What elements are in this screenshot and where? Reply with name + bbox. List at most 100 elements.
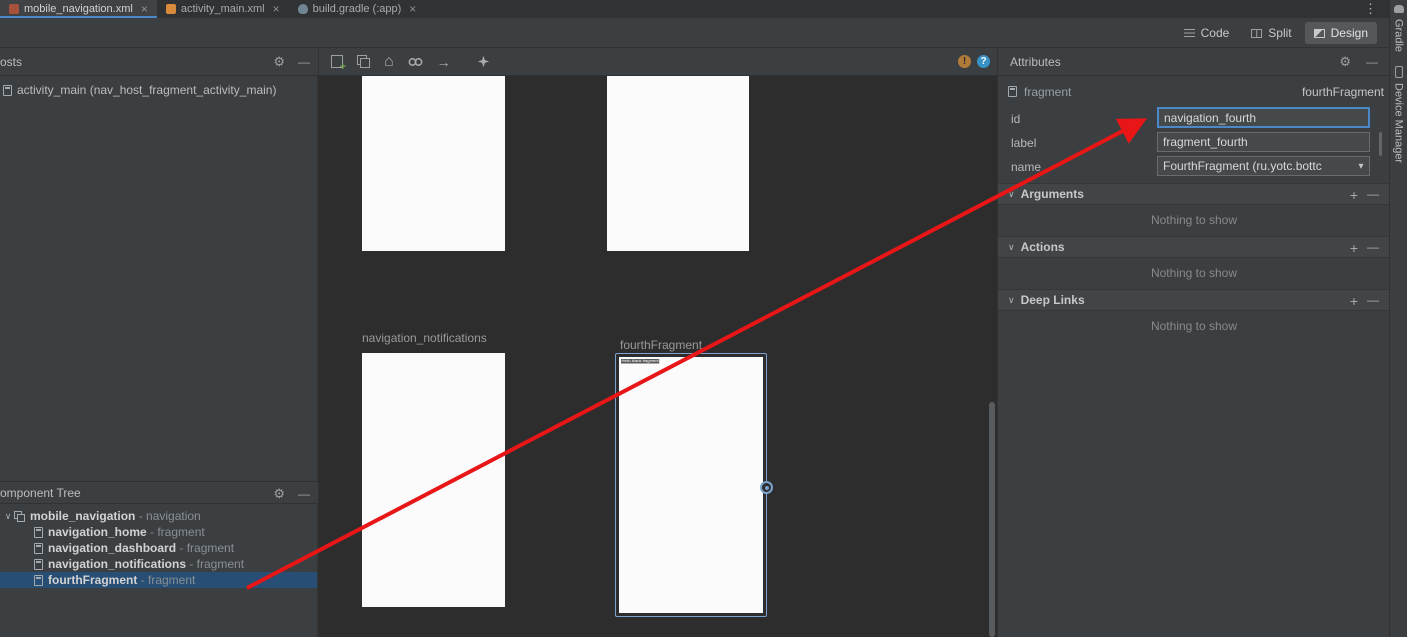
- tab-overflow-icon[interactable]: ⋮: [1364, 1, 1377, 17]
- new-destination-icon: [331, 55, 343, 68]
- add-action-button[interactable]: →: [437, 55, 451, 69]
- destination-preview-fourth-fragment-selected[interactable]: Hello blank fragment: [615, 353, 767, 617]
- add-argument-icon[interactable]: +: [1350, 187, 1358, 203]
- gradle-file-icon: [298, 4, 308, 14]
- split-icon: [1251, 29, 1262, 38]
- label-input[interactable]: [1157, 132, 1370, 152]
- fragment-icon: [34, 543, 43, 554]
- remove-action-icon[interactable]: —: [1367, 240, 1379, 254]
- tree-item-navigation-dashboard[interactable]: navigation_dashboard - fragment: [0, 540, 317, 556]
- nav-host-label: activity_main (nav_host_fragment_activit…: [17, 83, 276, 97]
- fragment-icon: [34, 527, 43, 538]
- tree-item-type: - fragment: [186, 557, 244, 571]
- remove-deep-link-icon[interactable]: —: [1367, 293, 1379, 307]
- arguments-section-header[interactable]: ∨ Arguments + —: [998, 183, 1390, 205]
- section-title: Arguments: [1021, 187, 1084, 201]
- chevron-down-icon: ∨: [1008, 295, 1015, 306]
- gear-icon[interactable]: ⚙: [1339, 54, 1351, 70]
- editor-mode-switcher: Code Split Design: [1175, 22, 1377, 44]
- tab-label: activity_main.xml: [181, 3, 265, 15]
- device-manager-tool-window-button[interactable]: Device Manager: [1393, 83, 1405, 163]
- fragment-icon: [34, 559, 43, 570]
- tree-item-name: navigation_dashboard: [48, 541, 176, 555]
- tab-build-gradle[interactable]: build.gradle (:app) ×: [289, 0, 426, 18]
- hosts-panel-title: osts: [0, 55, 22, 69]
- tree-item-type: - fragment: [147, 525, 205, 539]
- action-connection-handle[interactable]: [760, 481, 773, 494]
- add-action-icon[interactable]: +: [1350, 240, 1358, 256]
- new-destination-button[interactable]: [331, 55, 343, 68]
- component-tree-title: omponent Tree: [0, 486, 81, 500]
- destination-preview-home[interactable]: [362, 76, 505, 251]
- tab-label: build.gradle (:app): [313, 3, 402, 15]
- id-input[interactable]: [1157, 107, 1370, 128]
- component-type-label: fragment: [1024, 85, 1071, 99]
- chevron-down-icon: ∨: [1008, 189, 1015, 200]
- action-arrow-icon: →: [437, 55, 451, 69]
- attributes-panel-title: Attributes: [1010, 55, 1061, 69]
- navigation-graph-icon: [14, 511, 25, 522]
- hide-panel-icon[interactable]: —: [1366, 55, 1378, 69]
- help-icon[interactable]: ?: [977, 55, 990, 68]
- dropdown-arrow-icon[interactable]: ▾: [1353, 161, 1369, 172]
- hosts-panel: activity_main (nav_host_fragment_activit…: [0, 76, 318, 481]
- actions-section-header[interactable]: ∨ Actions + —: [998, 236, 1390, 258]
- close-tab-icon[interactable]: ×: [273, 2, 280, 16]
- code-view-button[interactable]: Code: [1175, 22, 1239, 44]
- selected-component-row: fragment fourthFragment: [998, 83, 1389, 101]
- gradle-tool-window-button[interactable]: Gradle: [1393, 19, 1405, 52]
- destination-label-fourth-fragment[interactable]: fourthFragment: [620, 338, 702, 352]
- gear-icon[interactable]: ⚙: [273, 54, 285, 70]
- warning-badge-icon[interactable]: !: [958, 55, 971, 68]
- split-view-button[interactable]: Split: [1242, 22, 1300, 44]
- chevron-down-icon[interactable]: ∨: [2, 511, 14, 522]
- remove-argument-icon[interactable]: —: [1367, 187, 1379, 201]
- label-field-label: label: [1011, 136, 1036, 150]
- component-name-value: fourthFragment: [1302, 85, 1384, 99]
- tab-activity-main-xml[interactable]: activity_main.xml ×: [157, 0, 289, 18]
- tree-item-navigation-notifications[interactable]: navigation_notifications - fragment: [0, 556, 317, 572]
- design-label: Design: [1331, 26, 1368, 40]
- canvas-vertical-scrollbar[interactable]: [989, 402, 995, 637]
- group-destinations-button[interactable]: [357, 55, 370, 68]
- auto-arrange-button[interactable]: [477, 55, 490, 68]
- tree-item-mobile-navigation[interactable]: ∨ mobile_navigation - navigation: [0, 508, 317, 524]
- add-deep-link-icon[interactable]: +: [1350, 293, 1358, 309]
- component-tree: ∨ mobile_navigation - navigation navigat…: [0, 504, 318, 637]
- hide-panel-icon[interactable]: —: [298, 55, 310, 69]
- group-icon: [357, 55, 370, 68]
- destination-preview-dashboard[interactable]: [607, 76, 749, 251]
- name-dropdown-value: FourthFragment (ru.yotc.bottc: [1158, 159, 1353, 173]
- gear-icon[interactable]: ⚙: [273, 486, 285, 502]
- fragment-preview-surface: Hello blank fragment: [619, 357, 763, 613]
- tree-item-name: navigation_home: [48, 525, 147, 539]
- attributes-scrollbar-thumb[interactable]: [1379, 132, 1382, 156]
- editor-tab-bar: mobile_navigation.xml × activity_main.xm…: [0, 0, 1389, 18]
- tree-item-type: - fragment: [176, 541, 234, 555]
- code-icon: [1184, 29, 1195, 38]
- tree-item-name: fourthFragment: [48, 573, 137, 587]
- nav-host-list-item[interactable]: activity_main (nav_host_fragment_activit…: [0, 76, 317, 104]
- actions-empty-text: Nothing to show: [998, 266, 1390, 280]
- deep-links-section-header[interactable]: ∨ Deep Links + —: [998, 289, 1390, 311]
- hosts-panel-header: osts ⚙ —: [0, 48, 318, 76]
- destination-preview-notifications[interactable]: [362, 353, 505, 607]
- tab-mobile-navigation-xml[interactable]: mobile_navigation.xml ×: [0, 0, 157, 18]
- hide-panel-icon[interactable]: —: [298, 487, 310, 501]
- tree-item-name: mobile_navigation: [30, 509, 135, 523]
- tree-item-navigation-home[interactable]: navigation_home - fragment: [0, 524, 317, 540]
- tree-item-fourth-fragment[interactable]: fourthFragment - fragment: [0, 572, 317, 588]
- deep-link-button[interactable]: [408, 56, 423, 68]
- close-tab-icon[interactable]: ×: [409, 2, 416, 16]
- destination-label-notifications[interactable]: navigation_notifications: [362, 331, 487, 345]
- navigation-design-surface[interactable]: navigation_notifications fourthFragment …: [318, 76, 997, 637]
- attributes-panel: fragment fourthFragment id label name Fo…: [997, 76, 1389, 637]
- section-title: Deep Links: [1021, 293, 1085, 307]
- name-dropdown[interactable]: FourthFragment (ru.yotc.bottc ▾: [1157, 156, 1370, 176]
- gradle-icon: [1394, 5, 1404, 13]
- component-tree-header: omponent Tree ⚙ —: [0, 481, 318, 504]
- design-view-button[interactable]: Design: [1305, 22, 1377, 44]
- section-title: Actions: [1021, 240, 1065, 254]
- close-tab-icon[interactable]: ×: [141, 2, 148, 16]
- set-start-destination-button[interactable]: ⌂: [384, 54, 394, 70]
